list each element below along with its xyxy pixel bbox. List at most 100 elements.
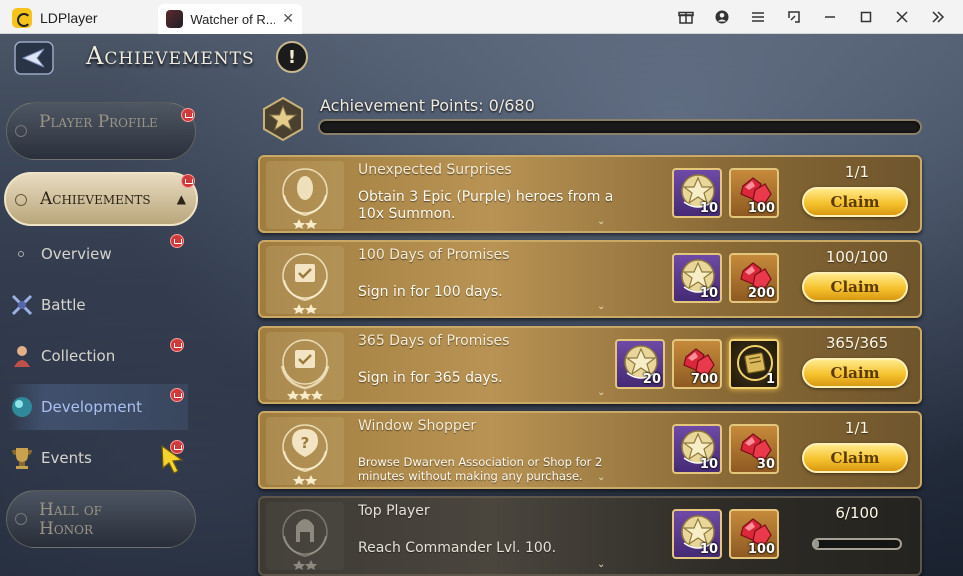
bullet-icon bbox=[18, 251, 24, 257]
reward-quantity: 10 bbox=[699, 201, 718, 216]
claim-button[interactable]: Claim bbox=[802, 272, 908, 302]
sidebar-item-label: Battle bbox=[41, 296, 86, 314]
game-viewport: Achievements ! Player Profile Achievemen… bbox=[0, 34, 963, 576]
achievement-description: Reach Commander Lvl. 100. bbox=[358, 540, 557, 556]
reward-item[interactable]: 1 bbox=[729, 339, 779, 389]
achievement-card[interactable]: Top Player Reach Commander Lvl. 100. ⌄ 10 10… bbox=[258, 496, 922, 576]
tab-watcher[interactable]: Watcher of R... ✕ bbox=[158, 4, 302, 34]
calendar-check-emblem-icon bbox=[266, 332, 344, 400]
notification-badge-icon bbox=[170, 388, 184, 402]
achievement-title: 100 Days of Promises bbox=[358, 247, 510, 263]
achievement-description: Sign in for 365 days. bbox=[358, 370, 503, 386]
summon-emblem-icon bbox=[266, 161, 344, 229]
claim-button[interactable]: Claim bbox=[802, 443, 908, 473]
achievement-card[interactable]: Unexpected Surprises Obtain 3 Epic (Purpl… bbox=[258, 155, 922, 233]
sidebar-item-development[interactable]: Development bbox=[8, 384, 188, 430]
reward-item[interactable]: 10 bbox=[672, 424, 722, 474]
reward-item[interactable]: 100 bbox=[729, 168, 779, 218]
brand: LDPlayer bbox=[12, 8, 98, 28]
sidebar-item-collection[interactable]: Collection bbox=[8, 333, 188, 379]
achievement-progress: 1/1 bbox=[844, 419, 870, 437]
back-button[interactable] bbox=[12, 40, 56, 76]
reward-item[interactable]: 10 bbox=[672, 509, 722, 559]
figure-collection-icon bbox=[8, 342, 36, 370]
maximize-icon[interactable] bbox=[849, 6, 883, 28]
resize-icon[interactable] bbox=[777, 6, 811, 28]
gift-icon[interactable] bbox=[669, 6, 703, 28]
reward-quantity: 10 bbox=[699, 542, 718, 557]
reward-item[interactable]: 10 bbox=[672, 253, 722, 303]
achievement-description: Browse Dwarven Association or Shop for 2… bbox=[358, 455, 603, 483]
achievement-title: Window Shopper bbox=[358, 418, 477, 434]
sidebar-item-label: Events bbox=[41, 449, 92, 467]
notification-badge-icon bbox=[181, 108, 195, 122]
achievement-progress: 6/100 bbox=[835, 504, 879, 522]
claim-button[interactable]: Claim bbox=[802, 187, 908, 217]
mouse-cursor-icon bbox=[161, 444, 184, 474]
achievement-card[interactable]: 365 Days of Promises Sign in for 365 days… bbox=[258, 326, 922, 404]
reward-quantity: 20 bbox=[642, 372, 661, 387]
sidebar-item-battle[interactable]: Battle bbox=[8, 282, 188, 328]
menu-icon[interactable] bbox=[741, 6, 775, 28]
achievement-progress: 1/1 bbox=[844, 163, 870, 181]
expand-chevron-icon[interactable]: ⌄ bbox=[597, 301, 605, 312]
reward-item[interactable]: 10 bbox=[672, 168, 722, 218]
achievement-title: Top Player bbox=[358, 503, 430, 519]
achievement-description: Obtain 3 Epic (Purple) heroes from a 10x… bbox=[358, 189, 614, 222]
ldplayer-logo-icon bbox=[12, 8, 32, 28]
reward-item[interactable]: 200 bbox=[729, 253, 779, 303]
reward-item[interactable]: 100 bbox=[729, 509, 779, 559]
game-app-icon bbox=[166, 10, 184, 28]
sidebar-item-hall-of-honor[interactable]: Hall of Honor bbox=[6, 490, 196, 548]
reward-quantity: 100 bbox=[747, 201, 775, 216]
achievement-description: Sign in for 100 days. bbox=[358, 284, 503, 300]
reward-item[interactable]: 20 bbox=[615, 339, 665, 389]
info-alert-icon[interactable]: ! bbox=[276, 41, 308, 73]
achievement-card[interactable]: 100 Days of Promises Sign in for 100 days… bbox=[258, 240, 922, 318]
sidebar: Player Profile Achievements ▲ Overview B… bbox=[0, 98, 200, 576]
commander-helmet-emblem-icon bbox=[266, 502, 344, 570]
tab-title: Watcher of R... bbox=[190, 11, 276, 27]
expand-sidebar-icon[interactable] bbox=[921, 6, 955, 28]
collapse-caret-icon: ▲ bbox=[176, 192, 186, 206]
achievement-progress: 100/100 bbox=[825, 248, 889, 266]
brand-name: LDPlayer bbox=[40, 10, 98, 26]
sidebar-item-achievements[interactable]: Achievements ▲ bbox=[4, 172, 198, 226]
notification-badge-icon bbox=[170, 338, 184, 352]
achievement-points-star-icon bbox=[263, 96, 303, 142]
claim-button[interactable]: Claim bbox=[802, 358, 908, 388]
reward-quantity: 10 bbox=[699, 286, 718, 301]
sidebar-item-label: Overview bbox=[41, 245, 112, 263]
sidebar-item-label: Collection bbox=[41, 347, 116, 365]
expand-chevron-icon[interactable]: ⌄ bbox=[597, 216, 605, 227]
window-controls bbox=[669, 6, 955, 28]
achievement-card[interactable]: ? Window Shopper Browse Dwarven Associatio… bbox=[258, 411, 922, 489]
achievement-points-bar bbox=[318, 119, 922, 135]
achievement-points-label: Achievement Points: 0/680 bbox=[320, 96, 535, 115]
achievement-progress: 365/365 bbox=[825, 334, 889, 352]
minimize-icon[interactable] bbox=[813, 6, 847, 28]
achievement-progress-fill bbox=[814, 540, 820, 548]
expand-chevron-icon[interactable]: ⌄ bbox=[597, 559, 605, 570]
expand-chevron-icon[interactable]: ⌄ bbox=[597, 472, 605, 483]
expand-chevron-icon[interactable]: ⌄ bbox=[597, 387, 605, 398]
sidebar-item-label: Achievements bbox=[40, 189, 151, 209]
tab-close-icon[interactable]: ✕ bbox=[282, 11, 294, 27]
sidebar-item-player-profile[interactable]: Player Profile bbox=[6, 102, 196, 160]
reward-item[interactable]: 30 bbox=[729, 424, 779, 474]
close-icon[interactable] bbox=[885, 6, 919, 28]
achievement-progress-bar bbox=[812, 538, 902, 550]
achievement-title: Unexpected Surprises bbox=[358, 162, 512, 178]
reward-quantity: 30 bbox=[756, 457, 775, 472]
crystal-orb-icon bbox=[8, 393, 36, 421]
account-icon[interactable] bbox=[705, 6, 739, 28]
calendar-check-emblem-icon bbox=[266, 246, 344, 314]
trophy-icon bbox=[8, 444, 36, 472]
svg-text:?: ? bbox=[301, 434, 310, 452]
notification-badge-icon bbox=[170, 234, 184, 248]
reward-item[interactable]: 700 bbox=[672, 339, 722, 389]
reward-quantity: 1 bbox=[765, 372, 775, 387]
sidebar-item-overview[interactable]: Overview bbox=[8, 231, 188, 277]
sidebar-item-label: Player Profile bbox=[39, 112, 158, 132]
reward-quantity: 700 bbox=[690, 372, 718, 387]
